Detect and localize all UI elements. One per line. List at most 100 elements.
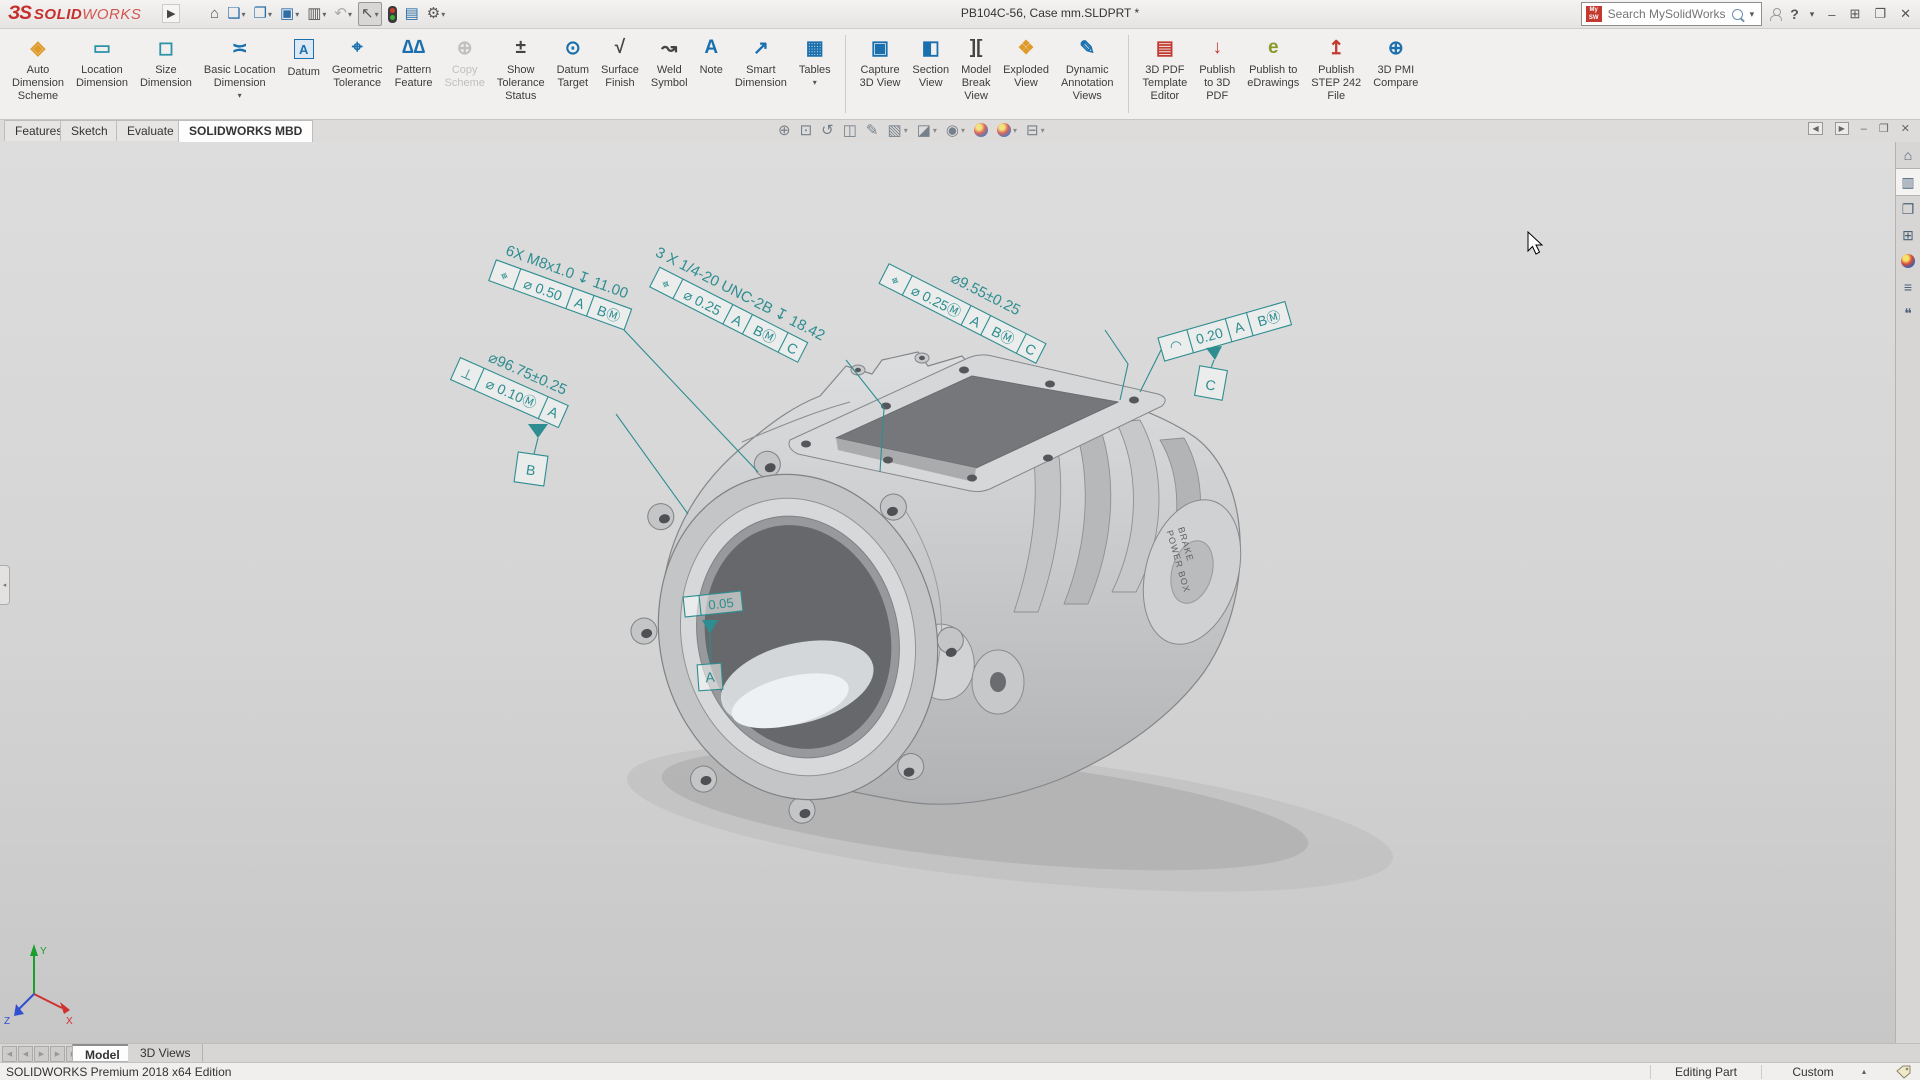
search-icon[interactable]: [1732, 9, 1743, 20]
ribbon-button-model-break-view[interactable]: ][Model Break View: [961, 33, 991, 103]
login-user-icon[interactable]: [1770, 8, 1782, 20]
chevron-down-icon[interactable]: ▾: [238, 91, 242, 100]
view-orientation-button[interactable]: ▧▾: [888, 121, 908, 139]
taskpane-file-explorer-button[interactable]: ❐: [1896, 196, 1920, 222]
ribbon-button-basic-location-dimension[interactable]: ≍Basic Location Dimension▾: [204, 33, 276, 100]
chevron-down-icon[interactable]: ▾: [322, 10, 326, 19]
feature-manager-flyout-tab[interactable]: ◂: [0, 565, 10, 605]
zoom-to-fit-button[interactable]: ⊕: [778, 121, 791, 139]
tab-sketch[interactable]: Sketch: [60, 120, 119, 141]
scroll-next2-button[interactable]: ▶: [50, 1046, 65, 1062]
tab-evaluate[interactable]: Evaluate: [116, 120, 185, 141]
taskpane-custom-properties-button[interactable]: ≡: [1896, 274, 1920, 300]
search-input[interactable]: [1606, 6, 1728, 22]
ribbon-button-size-dimension[interactable]: ◻Size Dimension: [140, 33, 192, 90]
menu-expand-icon[interactable]: ▶: [162, 4, 180, 23]
unit-system-selector[interactable]: Custom: [1768, 1065, 1858, 1079]
zoom-to-area-button[interactable]: ⊡: [800, 121, 813, 139]
ribbon-button-exploded-view[interactable]: ❖Exploded View: [1003, 33, 1049, 90]
display-style-button[interactable]: ◪▾: [917, 121, 937, 139]
callout-bore-96-75[interactable]: ⌀96.75±0.25 ⊥ ⌀ 0.10Ⓜ A: [451, 338, 577, 427]
pane-left-arrow-button[interactable]: ◀: [1808, 122, 1822, 135]
taskpane-appearances-button[interactable]: [1896, 248, 1920, 274]
ribbon-button-note[interactable]: ANote: [700, 33, 723, 77]
select-tool-button[interactable]: ↖▾: [358, 2, 382, 26]
tab-solidworks-mbd[interactable]: SOLIDWORKS MBD: [178, 120, 313, 142]
save-button[interactable]: ▣▾: [278, 3, 301, 25]
file-properties-button[interactable]: ▤: [403, 3, 421, 25]
home-button[interactable]: ⌂: [208, 3, 221, 25]
ribbon-button-publish-step-242[interactable]: ↥Publish STEP 242 File: [1311, 33, 1361, 103]
edit-appearance-button[interactable]: [974, 123, 988, 137]
ribbon-button-capture-3d-view[interactable]: ▣Capture 3D View: [860, 33, 901, 90]
ribbon-button-show-tolerance-status[interactable]: ±Show Tolerance Status: [497, 33, 545, 103]
chevron-down-icon[interactable]: ▾: [1041, 126, 1045, 135]
doc-close-button[interactable]: ✕: [1901, 122, 1910, 135]
ribbon-button-publish-to-3d-pdf[interactable]: ↓Publish to 3D PDF: [1199, 33, 1235, 103]
previous-view-button[interactable]: ↺: [821, 121, 834, 139]
chevron-down-icon[interactable]: ▾: [295, 10, 299, 19]
close-button[interactable]: ✕: [1897, 6, 1914, 22]
ribbon-button-smart-dimension[interactable]: ↗Smart Dimension: [735, 33, 787, 90]
ribbon-button-datum[interactable]: ADatum: [287, 33, 319, 79]
chevron-down-icon[interactable]: ▾: [813, 78, 817, 87]
doc-restore-button[interactable]: ❐: [1879, 122, 1889, 135]
ribbon-button-3d-pmi-compare[interactable]: ⊕3D PMI Compare: [1373, 33, 1418, 90]
ribbon-button-auto-dimension-scheme[interactable]: ◈Auto Dimension Scheme: [12, 33, 64, 103]
taskpane-forum-button[interactable]: ❝: [1896, 300, 1920, 326]
ribbon-button-weld-symbol[interactable]: ↝Weld Symbol: [651, 33, 688, 90]
chevron-down-icon[interactable]: ▾: [441, 10, 445, 19]
taskpane-resources-button[interactable]: ⌂: [1896, 142, 1920, 168]
callout-thread-m8[interactable]: 6X M8x1.0 ↧ 11.00 ⌖ ⌀ 0.50 A BⓂ: [489, 240, 639, 330]
open-button[interactable]: ❐▾: [252, 3, 274, 25]
search-scope-caret-icon[interactable]: ▾: [1747, 9, 1758, 20]
scroll-next-button[interactable]: ▶: [34, 1046, 49, 1062]
tag-icon[interactable]: [1896, 1065, 1911, 1080]
apply-scene-button[interactable]: ▾: [997, 123, 1017, 137]
tab-3d-views[interactable]: 3D Views: [128, 1044, 203, 1062]
rebuild-button[interactable]: [386, 5, 399, 24]
chevron-down-icon[interactable]: ▾: [933, 126, 937, 135]
graphics-area[interactable]: BRAKE POWER BOX: [0, 142, 1920, 1043]
print-button[interactable]: ▥▾: [305, 3, 328, 25]
scroll-prev-button[interactable]: ◀: [18, 1046, 33, 1062]
ribbon-button-dynamic-annotation-views[interactable]: ✎Dynamic Annotation Views: [1061, 33, 1114, 103]
callout-surface-profile[interactable]: ◠ 0.20 A BⓂ: [1158, 302, 1292, 361]
ribbon-button-location-dimension[interactable]: ▭Location Dimension: [76, 33, 128, 90]
callout-hole-9-55[interactable]: ⌀9.55±0.25 ⌖ ⌀ 0.25Ⓜ A BⓂ C: [879, 242, 1057, 364]
pane-right-arrow-button[interactable]: ▶: [1835, 122, 1849, 135]
ribbon-button-pattern-feature[interactable]: ∆∆Pattern Feature: [395, 33, 433, 90]
help-button[interactable]: ?: [1790, 6, 1799, 22]
help-caret-icon[interactable]: ▾: [1807, 9, 1818, 20]
chevron-down-icon[interactable]: ▾: [375, 10, 379, 19]
ribbon-button-surface-finish[interactable]: √Surface Finish: [601, 33, 639, 90]
unit-system-caret-icon[interactable]: ▴: [1862, 1067, 1866, 1076]
undo-button[interactable]: ↶▾: [332, 3, 354, 25]
taskpane-design-library-button[interactable]: ▥: [1896, 168, 1920, 196]
datum-feature-b[interactable]: B: [514, 424, 548, 486]
hide-show-items-button[interactable]: ◉▾: [946, 121, 965, 139]
minimize-button[interactable]: –: [1825, 7, 1838, 22]
fullscreen-button[interactable]: ⊞: [1847, 6, 1864, 22]
ribbon-button-datum-target[interactable]: ⊙Datum Target: [557, 33, 589, 90]
chevron-down-icon[interactable]: ▾: [904, 126, 908, 135]
chevron-down-icon[interactable]: ▾: [268, 10, 272, 19]
chevron-down-icon[interactable]: ▾: [348, 10, 352, 19]
doc-minimize-button[interactable]: –: [1861, 123, 1867, 135]
chevron-down-icon[interactable]: ▾: [1013, 126, 1017, 135]
section-view-button[interactable]: ◫: [843, 121, 857, 139]
view-settings-button[interactable]: ⊟▾: [1026, 121, 1045, 139]
ribbon-button-publish-to-edrawings[interactable]: ePublish to eDrawings: [1247, 33, 1299, 90]
orientation-triad[interactable]: Y X Z: [4, 944, 73, 1027]
new-document-button[interactable]: ❏▾: [225, 3, 247, 25]
ribbon-button-geometric-tolerance[interactable]: ⌖Geometric Tolerance: [332, 33, 383, 90]
datum-feature-c[interactable]: C: [1195, 346, 1228, 400]
chevron-down-icon[interactable]: ▾: [242, 10, 246, 19]
taskpane-view-palette-button[interactable]: ⊞: [1896, 222, 1920, 248]
options-button[interactable]: ⚙▾: [425, 3, 447, 25]
chevron-down-icon[interactable]: ▾: [961, 126, 965, 135]
ribbon-button-3d-pdf-template-editor[interactable]: ▤3D PDF Template Editor: [1143, 33, 1188, 103]
ribbon-button-tables[interactable]: ▦Tables▾: [799, 33, 831, 87]
dynamic-annotation-button[interactable]: ✎: [866, 121, 879, 139]
callout-thread-unc[interactable]: 3 X 1/4-20 UNC-2B ↧ 18.42 ⌖ ⌀ 0.25 A BⓂ …: [641, 244, 828, 368]
